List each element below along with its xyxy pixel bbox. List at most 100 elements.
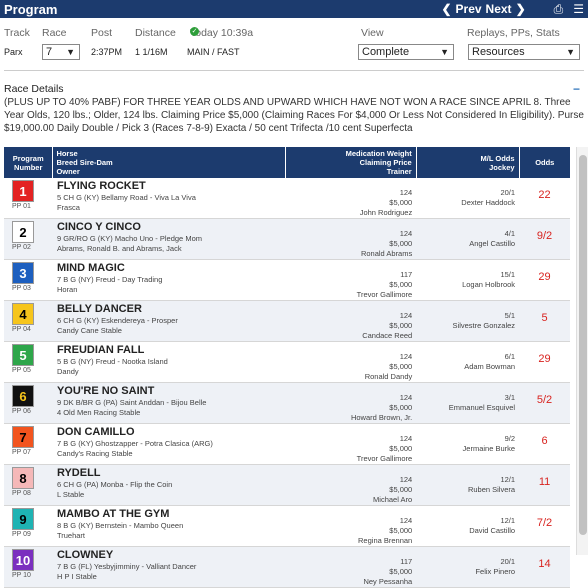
trainer: Howard Brown, Jr. xyxy=(350,413,413,422)
program-number-cell: 3 PP 03 xyxy=(4,260,53,301)
jockey: David Castillo xyxy=(469,526,516,535)
ml-odds-cell: 12/1 David Castillo xyxy=(416,506,519,547)
horse-cell: MIND MAGIC 7 B G (NY) Freud - Day Tradin… xyxy=(53,260,286,301)
table-row[interactable]: 6 PP 06 YOU'RE NO SAINT 9 DK B/BR G (PA)… xyxy=(4,382,570,424)
horse-name[interactable]: DON CAMILLO xyxy=(57,426,286,438)
horse-cell: FREUDIAN FALL 5 B G (NY) Freud - Nootka … xyxy=(53,342,286,383)
program-number-cell: 4 PP 04 xyxy=(4,301,53,342)
saddle-cloth-number: 2 xyxy=(12,221,34,243)
scrollbar[interactable] xyxy=(576,147,588,555)
owner: Abrams, Ronald B. and Abrams, Jack xyxy=(56,244,182,253)
ml-odds: 5/1 xyxy=(504,311,516,320)
ml-odds-cell: 6/1 Adam Bowman xyxy=(416,342,519,383)
jockey: Silvestre Gonzalez xyxy=(452,321,516,330)
ml-odds-cell: 20/1 Dexter Haddock xyxy=(416,178,519,219)
claiming-price: $5,000 xyxy=(389,403,413,412)
program-number-cell: 2 PP 02 xyxy=(4,219,53,260)
horse-name[interactable]: MAMBO AT THE GYM xyxy=(57,508,286,520)
medication-cell: 124 $5,000 Howard Brown, Jr. xyxy=(285,383,416,424)
medication-cell: 117 $5,000 Ney Pessanha xyxy=(285,547,416,588)
prev-button[interactable]: Prev xyxy=(456,2,482,16)
medication-cell: 124 $5,000 Michael Aro xyxy=(285,465,416,506)
table-row[interactable]: 3 PP 03 MIND MAGIC 7 B G (NY) Freud - Da… xyxy=(4,260,570,301)
scrollbar-thumb[interactable] xyxy=(579,155,587,535)
ml-odds: 3/1 xyxy=(504,393,516,402)
owner: Candy Cane Stable xyxy=(56,326,122,335)
owner: Horan xyxy=(56,285,78,294)
saddle-cloth-number: 1 xyxy=(12,180,34,202)
weight: 124 xyxy=(399,352,413,361)
horse-name[interactable]: CLOWNEY xyxy=(57,549,286,561)
horse-name[interactable]: RYDELL xyxy=(57,467,286,479)
program-header-bar: Program ❮ Prev Next ❯ ⎙ ☰ xyxy=(0,0,588,18)
program-table: Program Number Horse Breed Sire-Dam Owner M… xyxy=(4,147,570,588)
table-row[interactable]: 9 PP 09 MAMBO AT THE GYM 8 B G (KY) Bern… xyxy=(4,506,570,547)
horse-name[interactable]: YOU'RE NO SAINT xyxy=(57,385,286,397)
table-row[interactable]: 5 PP 05 FREUDIAN FALL 5 B G (NY) Freud -… xyxy=(4,342,570,383)
horse-cell: CINCO Y CINCO 9 GR/RO G (KY) Macho Uno -… xyxy=(53,219,286,260)
horse-name[interactable]: FREUDIAN FALL xyxy=(57,344,286,356)
breed-sire-dam: 7 B G (FL) Yesbyjimminy - Valliant Dance… xyxy=(56,562,197,571)
trainer: John Rodriguez xyxy=(359,208,413,217)
ml-odds: 9/2 xyxy=(504,434,516,443)
table-row[interactable]: 4 PP 04 BELLY DANCER 6 CH G (KY) Eskende… xyxy=(4,300,570,342)
surface-value: MAIN / FAST xyxy=(187,47,240,57)
program-number-cell: 5 PP 05 xyxy=(4,342,53,383)
race-select[interactable]: 7 ▼ xyxy=(42,44,80,60)
program-number-cell: 6 PP 06 xyxy=(4,383,53,424)
post-position: PP 09 xyxy=(12,531,31,538)
chevron-left-icon[interactable]: ❮ xyxy=(441,2,451,16)
table-row[interactable]: 2 PP 02 CINCO Y CINCO 9 GR/RO G (KY) Mac… xyxy=(4,218,570,260)
odds: 29 xyxy=(538,353,551,365)
weight: 124 xyxy=(399,516,413,525)
program-number-cell: 1 PP 01 xyxy=(4,178,53,219)
breed-sire-dam: 6 CH G (PA) Monba - Flip the Coin xyxy=(56,480,173,489)
trainer: Candace Reed xyxy=(362,331,413,340)
program-number-cell: 8 PP 08 xyxy=(4,465,53,506)
divider xyxy=(4,70,584,71)
race-details-title: Race Details xyxy=(4,83,64,95)
trainer: Trevor Gallimore xyxy=(356,290,413,299)
post-position: PP 05 xyxy=(12,367,31,374)
distance-value: 1 1/16M xyxy=(135,47,168,57)
chevron-down-icon: ▼ xyxy=(566,47,575,57)
horse-cell: YOU'RE NO SAINT 9 DK B/BR G (PA) Saint A… xyxy=(53,383,286,424)
replays-label: Replays, PPs, Stats xyxy=(467,27,560,39)
collapse-button[interactable]: − xyxy=(573,82,580,96)
menu-icon[interactable]: ☰ xyxy=(573,2,584,17)
horse-name[interactable]: MIND MAGIC xyxy=(57,262,286,274)
horse-name[interactable]: BELLY DANCER xyxy=(57,303,286,315)
trainer: Regina Brennan xyxy=(358,536,413,545)
claiming-price: $5,000 xyxy=(389,280,413,289)
print-icon[interactable]: ⎙ xyxy=(554,2,564,17)
horse-name[interactable]: CINCO Y CINCO xyxy=(57,221,286,233)
replays-select[interactable]: Resources ▼ xyxy=(468,44,580,60)
ml-odds: 20/1 xyxy=(500,557,516,566)
table-row[interactable]: 1 PP 01 FLYING ROCKET 5 CH G (KY) Bellam… xyxy=(4,178,570,219)
breed-sire-dam: 5 B G (NY) Freud - Nootka Island xyxy=(56,357,168,366)
chevron-right-icon[interactable]: ❯ xyxy=(516,2,526,16)
table-row[interactable]: 8 PP 08 RYDELL 6 CH G (PA) Monba - Flip … xyxy=(4,464,570,506)
view-select[interactable]: Complete ▼ xyxy=(358,44,454,60)
track-label: Track xyxy=(4,27,30,39)
table-row[interactable]: 7 PP 07 DON CAMILLO 7 B G (KY) Ghostzapp… xyxy=(4,424,570,465)
weight: 124 xyxy=(399,393,413,402)
table-row[interactable]: 10 PP 10 CLOWNEY 7 B G (FL) Yesbyjimminy… xyxy=(4,546,570,588)
horse-cell: FLYING ROCKET 5 CH G (KY) Bellamy Road -… xyxy=(53,178,286,219)
horse-cell: MAMBO AT THE GYM 8 B G (KY) Bernstein - … xyxy=(53,506,286,547)
ml-odds-cell: 3/1 Emmanuel Esquivel xyxy=(416,383,519,424)
program-number-cell: 7 PP 07 xyxy=(4,424,53,465)
odds: 7/2 xyxy=(536,517,553,529)
race-navigation: ❮ Prev Next ❯ xyxy=(441,2,529,16)
post-position: PP 08 xyxy=(12,490,31,497)
odds: 22 xyxy=(538,189,551,201)
weight: 117 xyxy=(400,270,413,279)
claiming-price: $5,000 xyxy=(389,444,413,453)
saddle-cloth-number: 6 xyxy=(12,385,34,407)
owner: H P I Stable xyxy=(56,572,97,581)
breed-sire-dam: 5 CH G (KY) Bellamy Road - Viva La Viva xyxy=(56,193,196,202)
trainer: Ney Pessanha xyxy=(363,577,413,586)
horse-name[interactable]: FLYING ROCKET xyxy=(57,180,286,192)
next-button[interactable]: Next xyxy=(486,2,512,16)
medication-cell: 124 $5,000 Trevor Gallimore xyxy=(285,424,416,465)
